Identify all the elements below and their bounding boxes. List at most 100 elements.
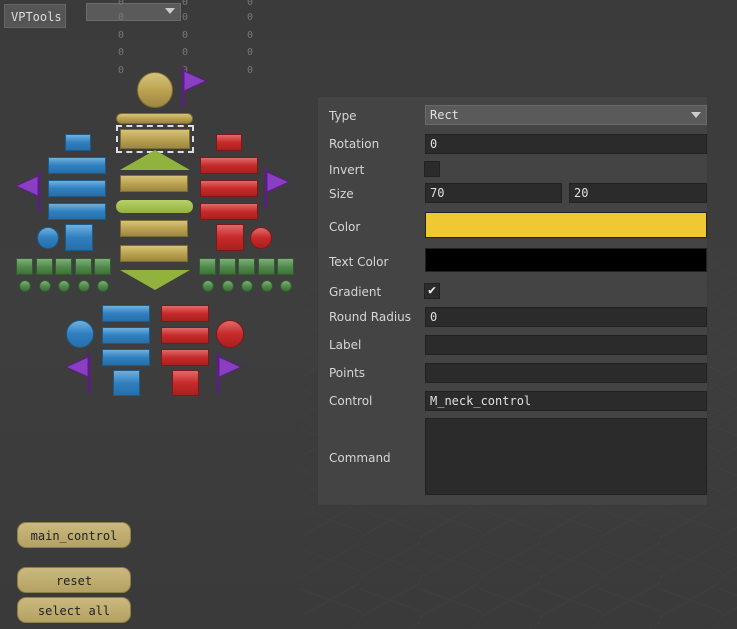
gradient-label: Gradient xyxy=(329,285,382,299)
size-label: Size xyxy=(329,187,354,201)
right-clavicle[interactable] xyxy=(216,134,242,151)
color-swatch[interactable] xyxy=(425,212,707,238)
reset-button[interactable]: reset xyxy=(17,567,131,593)
finger-control[interactable] xyxy=(277,258,294,275)
properties-panel: Type Rect Rotation 0 Invert Size 70 20 C… xyxy=(317,96,708,506)
left-elbow[interactable] xyxy=(37,227,59,249)
spine-control-3[interactable] xyxy=(120,245,188,262)
rotation-label: Rotation xyxy=(329,137,380,151)
finger-tip-control[interactable] xyxy=(202,280,214,292)
right-leg-1[interactable] xyxy=(161,305,209,322)
finger-tip-control[interactable] xyxy=(280,280,292,292)
finger-control[interactable] xyxy=(94,258,111,275)
finger-tip-control[interactable] xyxy=(38,280,51,292)
text-color-swatch[interactable] xyxy=(425,248,707,272)
gradient-checkbox[interactable]: ✔ xyxy=(424,283,440,299)
finger-tip-control[interactable] xyxy=(19,280,31,292)
right-foot[interactable] xyxy=(172,370,199,396)
spine-control-1[interactable] xyxy=(120,175,188,192)
size-width-field[interactable]: 70 xyxy=(425,183,562,203)
flag-icon[interactable] xyxy=(264,168,292,214)
finger-control[interactable] xyxy=(16,258,33,275)
right-arm-1[interactable] xyxy=(200,157,258,174)
left-leg-2[interactable] xyxy=(102,327,150,344)
left-hand[interactable] xyxy=(65,224,93,251)
zero-readout: 0 xyxy=(247,30,254,41)
right-elbow[interactable] xyxy=(250,227,272,249)
zero-readout: 0 xyxy=(118,0,125,8)
zero-readout: 0 xyxy=(247,47,254,58)
type-label: Type xyxy=(329,109,357,123)
finger-control[interactable] xyxy=(238,258,255,275)
spine-control-2[interactable] xyxy=(120,220,188,237)
zero-readout: 0 xyxy=(182,30,189,41)
left-leg-3[interactable] xyxy=(102,349,150,366)
left-arm-2[interactable] xyxy=(48,180,106,197)
command-label: Command xyxy=(329,451,391,465)
select-all-button[interactable]: select all xyxy=(17,597,131,623)
control-field[interactable]: M_neck_control xyxy=(425,391,707,411)
color-label: Color xyxy=(329,220,361,234)
finger-control[interactable] xyxy=(257,258,275,275)
points-label: Points xyxy=(329,366,366,380)
main-control-button[interactable]: main_control xyxy=(17,522,131,548)
waist-control[interactable] xyxy=(116,200,193,213)
finger-control[interactable] xyxy=(74,258,92,275)
head-control[interactable] xyxy=(137,72,173,108)
label-label: Label xyxy=(329,338,362,352)
finger-tip-control[interactable] xyxy=(260,280,273,292)
zero-readout: 0 xyxy=(118,12,125,23)
finger-tip-control[interactable] xyxy=(97,280,109,292)
picker-combo[interactable] xyxy=(86,3,181,21)
finger-control[interactable] xyxy=(55,258,72,275)
flag-icon[interactable] xyxy=(64,353,93,399)
finger-control[interactable] xyxy=(35,258,53,275)
points-field[interactable] xyxy=(425,363,707,383)
label-field[interactable] xyxy=(425,335,707,355)
left-foot[interactable] xyxy=(113,370,140,396)
command-textarea[interactable] xyxy=(425,418,707,495)
right-hand[interactable] xyxy=(216,224,244,251)
round-radius-label: Round Radius xyxy=(329,310,412,324)
left-knee[interactable] xyxy=(66,320,94,348)
right-knee[interactable] xyxy=(216,320,244,348)
finger-tip-control[interactable] xyxy=(58,280,70,292)
text-color-label: Text Color xyxy=(329,255,389,269)
left-leg-1[interactable] xyxy=(102,305,150,322)
type-value: Rect xyxy=(430,108,459,122)
right-arm-3[interactable] xyxy=(200,203,258,220)
finger-tip-control[interactable] xyxy=(77,280,90,292)
zero-readout: 0 xyxy=(247,65,254,76)
viewport[interactable]: VPTools 000000000000000 Type Rect Rotati… xyxy=(0,0,737,629)
zero-readout: 0 xyxy=(182,12,189,23)
finger-control[interactable] xyxy=(199,258,216,275)
flag-icon[interactable] xyxy=(14,172,43,218)
zero-readout: 0 xyxy=(118,47,125,58)
size-height-field[interactable]: 20 xyxy=(569,183,707,203)
type-dropdown[interactable]: Rect xyxy=(425,105,707,125)
control-label: Control xyxy=(329,394,373,408)
finger-control[interactable] xyxy=(218,258,236,275)
vptools-tab[interactable]: VPTools xyxy=(4,4,66,28)
invert-label: Invert xyxy=(329,163,365,177)
finger-tip-control[interactable] xyxy=(241,280,253,292)
neck-top-control[interactable] xyxy=(116,113,193,124)
left-arm-1[interactable] xyxy=(48,157,106,174)
hip-down-triangle[interactable] xyxy=(120,270,190,290)
checkmark-icon: ✔ xyxy=(428,283,436,298)
left-clavicle[interactable] xyxy=(65,134,91,151)
neck-control-selected[interactable] xyxy=(116,125,194,153)
right-leg-2[interactable] xyxy=(161,327,209,344)
zero-readout: 0 xyxy=(247,0,254,8)
flag-icon[interactable] xyxy=(181,67,208,113)
chevron-down-icon xyxy=(691,112,701,118)
invert-checkbox[interactable] xyxy=(424,161,440,177)
rotation-field[interactable]: 0 xyxy=(425,134,707,154)
chest-up-triangle[interactable] xyxy=(120,150,190,170)
right-arm-2[interactable] xyxy=(200,180,258,197)
flag-icon[interactable] xyxy=(216,353,244,399)
round-radius-field[interactable]: 0 xyxy=(425,307,707,327)
finger-tip-control[interactable] xyxy=(221,280,234,292)
left-arm-3[interactable] xyxy=(48,203,106,220)
right-leg-3[interactable] xyxy=(161,349,209,366)
